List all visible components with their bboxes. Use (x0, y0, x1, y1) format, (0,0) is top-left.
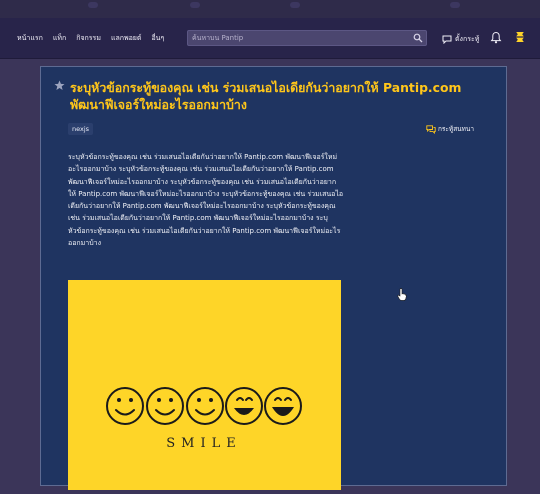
top-strip-dot (190, 2, 200, 8)
hand-cursor-icon (397, 288, 407, 301)
top-strip (0, 0, 540, 18)
post-title: ระบุหัวข้อกระทู้ของคุณ เช่น ร่วมเสนอไอเด… (70, 80, 462, 112)
nav-activities[interactable]: กิจกรรม (71, 18, 106, 58)
nav-tags[interactable]: แท็ก (48, 18, 71, 58)
search-input[interactable] (192, 31, 402, 45)
star-icon[interactable] (54, 80, 65, 91)
top-strip-dot (450, 2, 460, 8)
top-strip-dot (88, 2, 98, 8)
bell-icon[interactable] (490, 31, 502, 44)
post-card: ระบุหัวข้อกระทู้ของคุณ เช่น ร่วมเสนอไอเด… (40, 66, 507, 490)
smile-image: SMILE (68, 280, 341, 490)
user-avatar[interactable] (512, 29, 528, 45)
top-strip-dot (290, 2, 300, 8)
nav-links: หน้าแรก แท็ก กิจกรรม แลกพอยต์ อื่นๆ (12, 18, 169, 58)
search-icon[interactable] (413, 33, 423, 43)
new-topic-label: ตั้งกระทู้ (455, 34, 480, 43)
nav-home[interactable]: หน้าแรก (12, 18, 48, 58)
search-box (187, 30, 427, 46)
nav-redeem-points[interactable]: แลกพอยต์ (106, 18, 147, 58)
discussion-type: กระทู้สนทนา (426, 123, 474, 135)
nav-more[interactable]: อื่นๆ (146, 18, 169, 58)
chat-bubble-icon (442, 35, 452, 44)
tag-chip[interactable]: nexjs (68, 123, 94, 135)
new-topic-button[interactable]: ตั้งกระทู้ (442, 32, 479, 46)
discussion-type-label: กระทู้สนทนา (438, 125, 474, 133)
smile-illustration: SMILE (106, 387, 302, 451)
navbar: หน้าแรก แท็ก กิจกรรม แลกพอยต์ อื่นๆ ตั้ง… (0, 18, 540, 59)
discussion-icon (426, 124, 436, 134)
post-body: ระบุหัวข้อกระทู้ของคุณ เช่น ร่วมเสนอไอเด… (68, 153, 344, 248)
smile-caption: SMILE (166, 436, 241, 451)
